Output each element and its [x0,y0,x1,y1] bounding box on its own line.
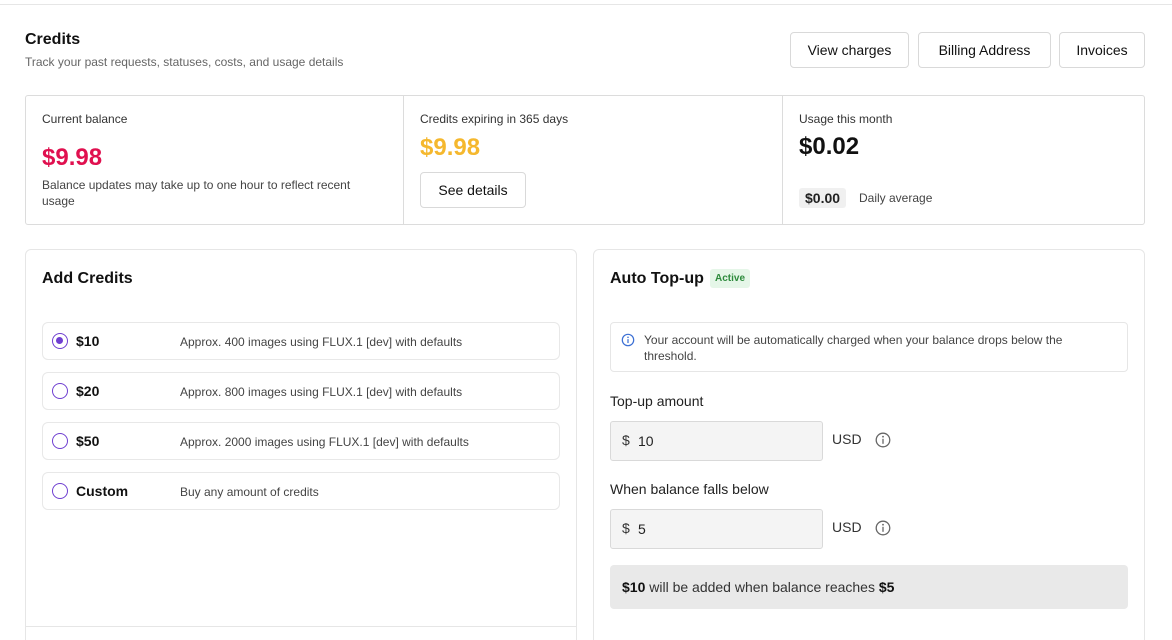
currency-symbol: $ [622,432,630,448]
expiring-credits-value: $9.98 [420,134,481,161]
topup-amount-input[interactable] [638,423,818,459]
status-badge: Active [710,269,751,288]
summary-text: will be added when balance reaches [645,579,879,595]
credit-option-desc: Approx. 800 images using FLUX.1 [dev] wi… [180,385,463,399]
summary-amount: $10 [622,579,646,595]
topup-unit: USD [832,431,862,447]
credit-option-desc: Approx. 2000 images using FLUX.1 [dev] w… [180,435,469,449]
credit-option-10[interactable]: $10 Approx. 400 images using FLUX.1 [dev… [42,322,560,360]
usage-value: $0.02 [799,133,860,160]
threshold-label: When balance falls below [610,481,769,497]
current-balance-value: $9.98 [42,144,103,171]
page-subtitle: Track your past requests, statuses, cost… [25,55,344,69]
credit-option-label: $10 [76,333,100,349]
info-icon[interactable] [875,432,891,448]
current-balance-stat: Current balance $9.98 Balance updates ma… [26,96,404,224]
see-details-button[interactable]: See details [420,172,526,208]
currency-symbol: $ [622,520,630,536]
radio-button[interactable] [52,433,68,449]
credit-option-label: $50 [76,433,100,449]
credit-option-50[interactable]: $50 Approx. 2000 images using FLUX.1 [de… [42,422,560,460]
expiring-credits-stat: Credits expiring in 365 days $9.98 See d… [404,96,783,224]
usage-label: Usage this month [799,112,893,126]
card-footer-divider [26,626,576,627]
auto-topup-title: Auto Top-up [610,270,704,287]
current-balance-label: Current balance [42,112,128,126]
balance-stats-panel: Current balance $9.98 Balance updates ma… [25,95,1145,225]
balance-update-note: Balance updates may take up to one hour … [42,178,351,208]
credit-option-label: Custom [76,483,129,499]
billing-address-button[interactable]: Billing Address [918,32,1051,68]
page-title: Credits [25,31,81,48]
auto-topup-info-text: Your account will be automatically charg… [644,333,1063,363]
topup-summary: $10 will be added when balance reaches $… [610,565,1128,609]
usage-stat: Usage this month $0.02 $0.00 Daily avera… [783,96,1144,224]
topup-amount-label: Top-up amount [610,393,704,409]
auto-topup-info-box: Your account will be automatically charg… [610,322,1128,372]
radio-button[interactable] [52,333,68,349]
radio-button[interactable] [52,483,68,499]
daily-average-value: $0.00 [799,188,847,208]
top-divider [0,4,1172,5]
credit-option-20[interactable]: $20 Approx. 800 images using FLUX.1 [dev… [42,372,560,410]
credit-option-label: $20 [76,383,100,399]
threshold-field[interactable]: $ [610,509,823,549]
summary-threshold: $5 [878,579,895,595]
threshold-input[interactable] [638,511,818,547]
topup-amount-field[interactable]: $ [610,421,823,461]
add-credits-title: Add Credits [42,270,133,287]
auto-topup-card: Auto Top-up Active Your account will be … [593,249,1145,640]
info-icon [621,333,635,347]
radio-button[interactable] [52,383,68,399]
daily-average-label: Daily average [859,191,933,205]
view-charges-button[interactable]: View charges [790,32,909,68]
threshold-unit: USD [832,519,862,535]
credit-option-custom[interactable]: Custom Buy any amount of credits [42,472,560,510]
invoices-button[interactable]: Invoices [1059,32,1145,68]
info-icon[interactable] [875,520,891,536]
add-credits-card: Add Credits $10 Approx. 400 images using… [25,249,577,640]
credit-option-desc: Buy any amount of credits [180,485,319,499]
credit-option-desc: Approx. 400 images using FLUX.1 [dev] wi… [180,335,463,349]
expiring-credits-label: Credits expiring in 365 days [420,112,569,126]
